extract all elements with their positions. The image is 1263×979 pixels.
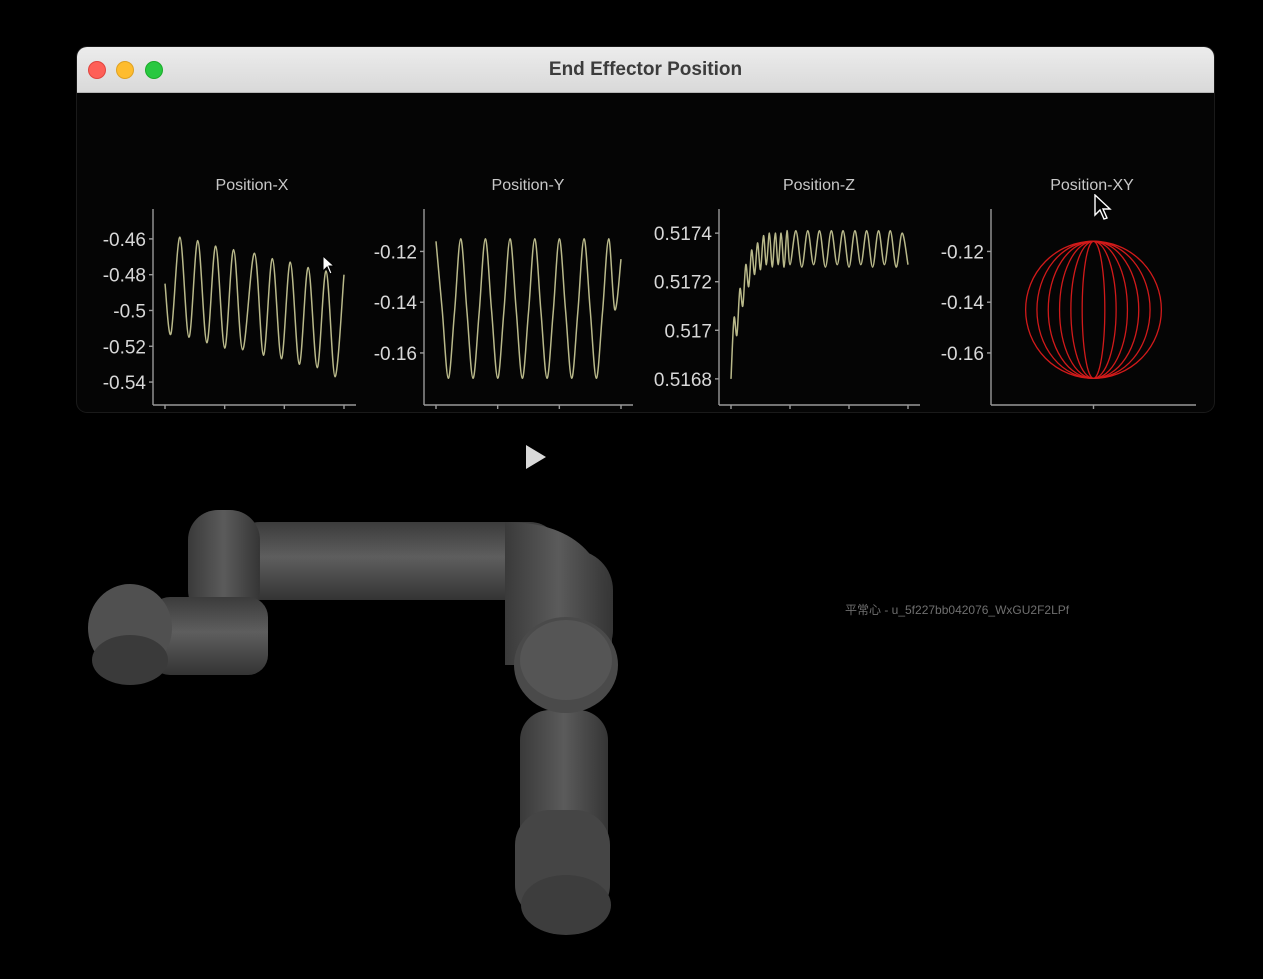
- y-tick-label: 0.5174: [654, 224, 713, 245]
- robot-arm: [88, 510, 618, 935]
- y-tick-label: -0.5: [113, 301, 146, 322]
- plot-title: Position-X: [216, 177, 289, 194]
- play-icon[interactable]: [526, 445, 546, 469]
- y-tick-label: 0.517: [664, 321, 712, 342]
- xy-trace-loop: [1070, 240, 1117, 379]
- y-tick-label: -0.54: [103, 373, 147, 394]
- plot-title: Position-Z: [783, 177, 855, 194]
- watermark-text: 平常心 - u_5f227bb042076_WxGU2F2LPf: [845, 603, 1070, 617]
- y-tick-label: -0.48: [103, 266, 146, 287]
- plots-area: Position-X-0.46-0.48-0.5-0.52-0.54010020…: [103, 177, 1196, 409]
- plot-title: Position-Y: [492, 177, 565, 194]
- y-tick-label: -0.14: [374, 293, 418, 314]
- series-line: [435, 238, 622, 380]
- y-tick-label: -0.12: [941, 242, 984, 263]
- y-tick-label: 0.5172: [654, 273, 712, 294]
- y-tick-label: -0.46: [103, 230, 146, 251]
- plot-title: Position-XY: [1050, 177, 1134, 194]
- series-line: [730, 229, 909, 379]
- mouse-cursor-icon: [1094, 194, 1112, 220]
- y-tick-label: -0.12: [374, 242, 417, 263]
- plot-window: End Effector Position Position-X -0.46 -0.…: [77, 47, 1214, 412]
- y-tick-label: -0.14: [941, 293, 985, 314]
- window-title: End Effector Position: [548, 59, 743, 80]
- play-button[interactable]: [522, 443, 550, 471]
- xy-trace-loop: [1047, 240, 1140, 379]
- xy-trace-loop: [1024, 240, 1163, 379]
- title-bar[interactable]: End Effector Position: [77, 47, 1214, 93]
- series-line: [164, 236, 345, 378]
- mouse-cursor-icon: [322, 255, 336, 275]
- y-tick-label: 0.5168: [654, 370, 712, 391]
- xy-trace-loop: [1036, 240, 1151, 379]
- y-tick-label: -0.16: [374, 344, 417, 365]
- y-tick-label: -0.16: [941, 344, 984, 365]
- y-tick-label: -0.52: [103, 337, 146, 358]
- xy-trace-loop: [1081, 240, 1106, 379]
- robot-viewport[interactable]: [0, 480, 700, 979]
- xy-trace-loop: [1058, 240, 1129, 379]
